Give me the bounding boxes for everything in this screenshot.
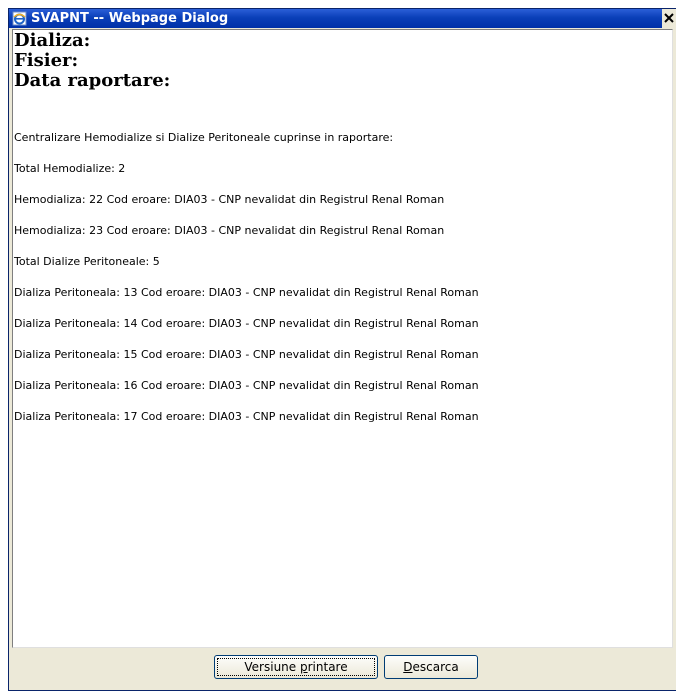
- peritoneala-row: Dializa Peritoneala: 14 Cod eroare: DIA0…: [14, 317, 479, 330]
- window-title: SVAPNT -- Webpage Dialog: [31, 11, 229, 26]
- button-bar: Versiune printare Descarca: [9, 649, 676, 692]
- close-icon[interactable]: [662, 9, 676, 28]
- print-label-post: rintare: [307, 660, 348, 674]
- peritoneala-row: Dializa Peritoneala: 13 Cod eroare: DIA0…: [14, 286, 479, 299]
- total-peritoneale: Total Dialize Peritoneale: 5: [14, 255, 160, 268]
- peritoneala-row: Dializa Peritoneala: 15 Cod eroare: DIA0…: [14, 348, 479, 361]
- dializa-label: Dializa:: [14, 30, 91, 51]
- print-label-mnemonic: p: [299, 660, 308, 674]
- download-label-mnemonic: D: [403, 660, 413, 674]
- hemodializa-row: Hemodializa: 23 Cod eroare: DIA03 - CNP …: [14, 224, 445, 237]
- download-button[interactable]: Descarca: [384, 655, 478, 679]
- print-version-button[interactable]: Versiune printare: [214, 655, 378, 679]
- ie-page-icon: [12, 11, 27, 26]
- dialog-window: SVAPNT -- Webpage Dialog Dializa: Fisier…: [8, 8, 676, 691]
- download-label-post: escarca: [412, 660, 459, 674]
- peritoneala-row: Dializa Peritoneala: 17 Cod eroare: DIA0…: [14, 410, 479, 423]
- hemodializa-row: Hemodializa: 22 Cod eroare: DIA03 - CNP …: [14, 193, 445, 206]
- peritoneala-row: Dializa Peritoneala: 16 Cod eroare: DIA0…: [14, 379, 479, 392]
- title-bar[interactable]: SVAPNT -- Webpage Dialog: [9, 9, 676, 28]
- print-label-pre: Versiune: [244, 660, 300, 674]
- report-intro: Centralizare Hemodialize si Dialize Peri…: [14, 131, 394, 144]
- data-raportare-label: Data raportare:: [14, 70, 171, 91]
- total-hemodialize: Total Hemodialize: 2: [14, 162, 126, 175]
- fisier-label: Fisier:: [14, 50, 79, 71]
- report-content[interactable]: Dializa: Fisier: Data raportare: Central…: [12, 29, 673, 648]
